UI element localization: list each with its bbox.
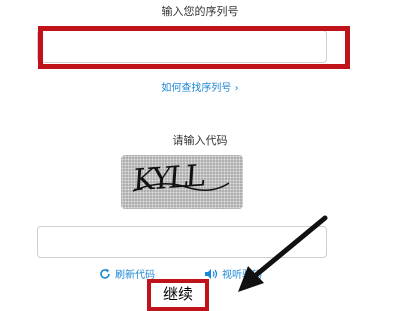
captcha-image: KYLL: [121, 155, 243, 209]
audio-code-label: 视听验码: [222, 270, 262, 281]
audio-code-button[interactable]: 视听验码: [204, 266, 262, 281]
code-input[interactable]: [37, 226, 327, 258]
serial-number-input[interactable]: [37, 30, 327, 63]
find-serial-number-link[interactable]: 如何查找序列号 ›: [0, 79, 400, 94]
refresh-icon: [100, 268, 110, 279]
refresh-code-label: 刷新代码: [115, 270, 155, 281]
serial-number-label: 输入您的序列号: [161, 5, 239, 18]
captcha-strike-line: [132, 182, 230, 192]
refresh-code-button[interactable]: 刷新代码: [99, 266, 155, 281]
code-label: 请输入代码: [172, 134, 228, 147]
continue-button[interactable]: 继续: [151, 283, 205, 304]
speaker-icon: [205, 268, 218, 279]
